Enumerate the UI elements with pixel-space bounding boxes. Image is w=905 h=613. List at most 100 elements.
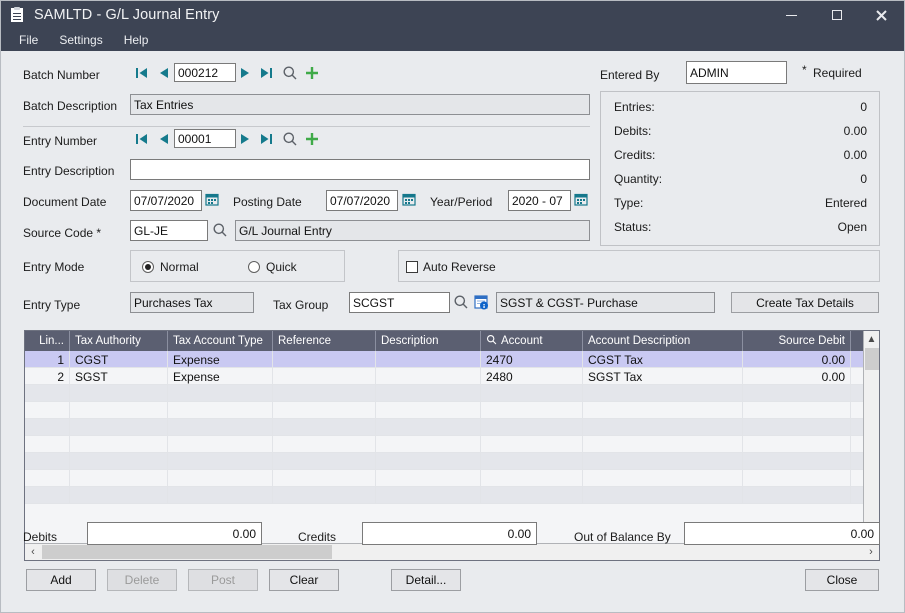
grid-column-header[interactable]: Description	[376, 331, 481, 351]
table-cell[interactable]	[376, 470, 481, 487]
posting-date-calendar-icon[interactable]	[402, 192, 416, 209]
vertical-scroll-thumb[interactable]	[865, 348, 879, 370]
table-cell[interactable]	[168, 402, 273, 419]
batch-last-button[interactable]	[259, 65, 274, 81]
table-cell[interactable]	[743, 470, 851, 487]
table-cell[interactable]: 0.00	[743, 368, 851, 385]
batch-search-icon[interactable]	[282, 65, 298, 84]
table-row[interactable]	[25, 402, 879, 419]
table-cell[interactable]	[583, 436, 743, 453]
grid-column-header[interactable]: Lin...	[25, 331, 70, 351]
table-row[interactable]: 2 SGST Expense 2480 SGST Tax 0.00	[25, 368, 879, 385]
table-cell[interactable]	[70, 453, 168, 470]
table-cell[interactable]	[376, 419, 481, 436]
table-row[interactable]: 1 CGST Expense 2470 CGST Tax 0.00	[25, 351, 879, 368]
table-cell[interactable]	[273, 402, 376, 419]
year-period-input[interactable]	[508, 190, 571, 211]
grid-column-header[interactable]: Source Debit	[743, 331, 851, 351]
entry-type-input[interactable]	[130, 292, 254, 313]
table-cell[interactable]	[168, 470, 273, 487]
table-cell[interactable]	[273, 368, 376, 385]
table-cell[interactable]	[583, 419, 743, 436]
table-cell[interactable]	[583, 385, 743, 402]
table-cell[interactable]	[481, 453, 583, 470]
table-cell[interactable]	[743, 385, 851, 402]
table-cell[interactable]	[70, 487, 168, 504]
table-cell[interactable]	[481, 385, 583, 402]
table-cell[interactable]	[376, 436, 481, 453]
table-cell[interactable]	[25, 402, 70, 419]
entry-number-input[interactable]	[174, 129, 236, 148]
entry-add-icon[interactable]	[304, 131, 320, 150]
grid-column-header[interactable]: Tax Authority	[70, 331, 168, 351]
table-cell[interactable]	[168, 487, 273, 504]
batch-first-button[interactable]	[134, 65, 149, 81]
close-button[interactable]	[859, 1, 904, 29]
scroll-up-icon[interactable]: ▲	[864, 331, 879, 347]
document-date-calendar-icon[interactable]	[205, 192, 219, 209]
table-row[interactable]	[25, 419, 879, 436]
table-cell[interactable]	[481, 402, 583, 419]
radio-quick[interactable]	[248, 261, 260, 273]
clear-button[interactable]: Clear	[269, 569, 339, 591]
table-cell[interactable]	[481, 487, 583, 504]
table-cell[interactable]	[25, 470, 70, 487]
table-cell[interactable]	[273, 419, 376, 436]
table-cell[interactable]: 2470	[481, 351, 583, 368]
table-cell[interactable]	[70, 419, 168, 436]
menu-help[interactable]: Help	[118, 33, 155, 47]
table-cell[interactable]	[583, 470, 743, 487]
scroll-left-icon[interactable]: ‹	[25, 544, 41, 560]
tax-group-search-icon[interactable]	[453, 294, 469, 313]
table-cell[interactable]	[376, 402, 481, 419]
create-tax-details-button[interactable]: Create Tax Details	[731, 292, 879, 313]
entry-first-button[interactable]	[134, 131, 149, 147]
grid-vertical-scrollbar[interactable]: ▲ ▼	[863, 331, 879, 544]
table-cell[interactable]	[743, 419, 851, 436]
radio-normal[interactable]	[142, 261, 154, 273]
table-cell[interactable]: Expense	[168, 368, 273, 385]
table-row[interactable]	[25, 385, 879, 402]
table-cell[interactable]	[376, 368, 481, 385]
table-cell[interactable]	[481, 470, 583, 487]
source-code-input[interactable]	[130, 220, 208, 241]
table-cell[interactable]: Expense	[168, 351, 273, 368]
table-row[interactable]	[25, 487, 879, 504]
table-cell[interactable]: 0.00	[743, 351, 851, 368]
table-cell[interactable]: CGST	[70, 351, 168, 368]
add-button[interactable]: Add	[26, 569, 96, 591]
table-cell[interactable]	[25, 436, 70, 453]
tax-group-info-icon[interactable]	[473, 294, 489, 313]
year-period-calendar-icon[interactable]	[574, 192, 588, 209]
table-cell[interactable]	[743, 453, 851, 470]
table-cell[interactable]	[273, 436, 376, 453]
table-cell[interactable]	[273, 470, 376, 487]
menu-file[interactable]: File	[13, 33, 44, 47]
table-row[interactable]	[25, 470, 879, 487]
table-cell[interactable]	[743, 436, 851, 453]
table-cell[interactable]	[376, 351, 481, 368]
table-cell[interactable]	[376, 487, 481, 504]
table-cell[interactable]	[273, 487, 376, 504]
table-cell[interactable]: SGST	[70, 368, 168, 385]
entry-prev-button[interactable]	[157, 131, 172, 147]
maximize-button[interactable]	[814, 1, 859, 29]
table-cell[interactable]	[273, 385, 376, 402]
grid-horizontal-scrollbar[interactable]: ‹ ›	[25, 543, 879, 560]
horizontal-scroll-thumb[interactable]	[42, 545, 332, 559]
detail-button[interactable]: Detail...	[391, 569, 461, 591]
table-cell[interactable]	[70, 402, 168, 419]
document-date-input[interactable]	[130, 190, 202, 211]
table-cell[interactable]	[70, 385, 168, 402]
table-cell[interactable]	[168, 385, 273, 402]
table-cell[interactable]	[583, 487, 743, 504]
table-cell[interactable]	[481, 436, 583, 453]
table-cell[interactable]: 2	[25, 368, 70, 385]
table-cell[interactable]	[273, 453, 376, 470]
grid-column-header[interactable]: Tax Account Type	[168, 331, 273, 351]
entry-next-button[interactable]	[237, 131, 252, 147]
batch-prev-button[interactable]	[157, 65, 172, 81]
entry-description-input[interactable]	[130, 159, 590, 180]
table-cell[interactable]	[25, 385, 70, 402]
table-cell[interactable]	[583, 453, 743, 470]
